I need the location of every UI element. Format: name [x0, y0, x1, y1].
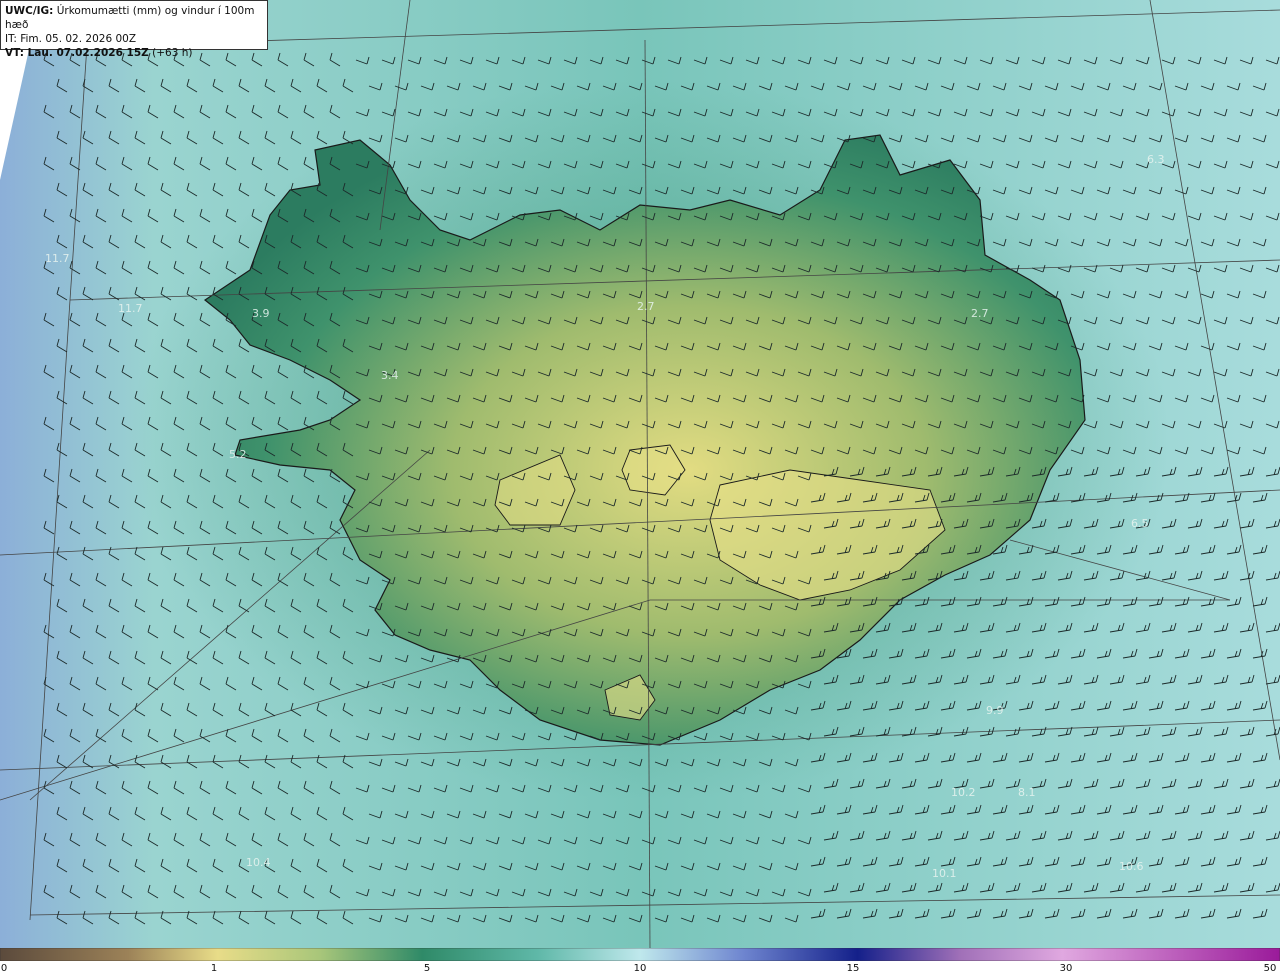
map-value-label: 11.7: [45, 252, 70, 265]
map-title-box: UWC/IG: Úrkomumætti (mm) og vindur í 100…: [0, 0, 268, 59]
title-line-2: IT: Fim. 05. 02. 2026 00Z: [5, 33, 137, 45]
map-value-label: 5.2: [229, 448, 247, 461]
colorbar-tick: 5: [423, 963, 431, 974]
map-value-label: 6.5: [1131, 517, 1149, 530]
colorbar-tick: 1: [210, 963, 218, 974]
colorbar-tick: 50: [1263, 963, 1277, 974]
map-value-label: 3.9: [252, 307, 270, 320]
colorbar-tick: 30: [1059, 963, 1073, 974]
map-value-label: 10.2: [951, 786, 976, 799]
map-value-label: 10.6: [1119, 860, 1144, 873]
map-value-label: 9.9: [986, 704, 1004, 717]
colorbar-tick: 15: [846, 963, 860, 974]
colorbar-tick: 0: [0, 963, 8, 974]
map-value-label: 2.7: [971, 307, 989, 320]
map-value-label: 11.7: [118, 302, 143, 315]
title-line-1: UWC/IG: Úrkomumætti (mm) og vindur í 100…: [5, 5, 255, 31]
colorbar-strip: [0, 948, 1280, 961]
map-value-label: 8.1: [1018, 786, 1036, 799]
map-value-label: 2.7: [637, 300, 655, 313]
precipitation-wind-map: 6.3 11.7 11.7 3.9 3.4 5.2 2.7 2.7 6.5 9.…: [0, 0, 1280, 948]
colorbar-tick: 10: [633, 963, 647, 974]
map-value-label: 10.1: [932, 867, 957, 880]
title-line-3: VT: Lau. 07.02.2026 15Z (+63 h): [5, 47, 193, 59]
map-value-label: 10.4: [246, 856, 271, 869]
colorbar: 0 1 5 10 15 30 50: [0, 948, 1280, 978]
map-value-label: 6.3: [1147, 153, 1165, 166]
map-value-label: 3.4: [381, 369, 399, 382]
